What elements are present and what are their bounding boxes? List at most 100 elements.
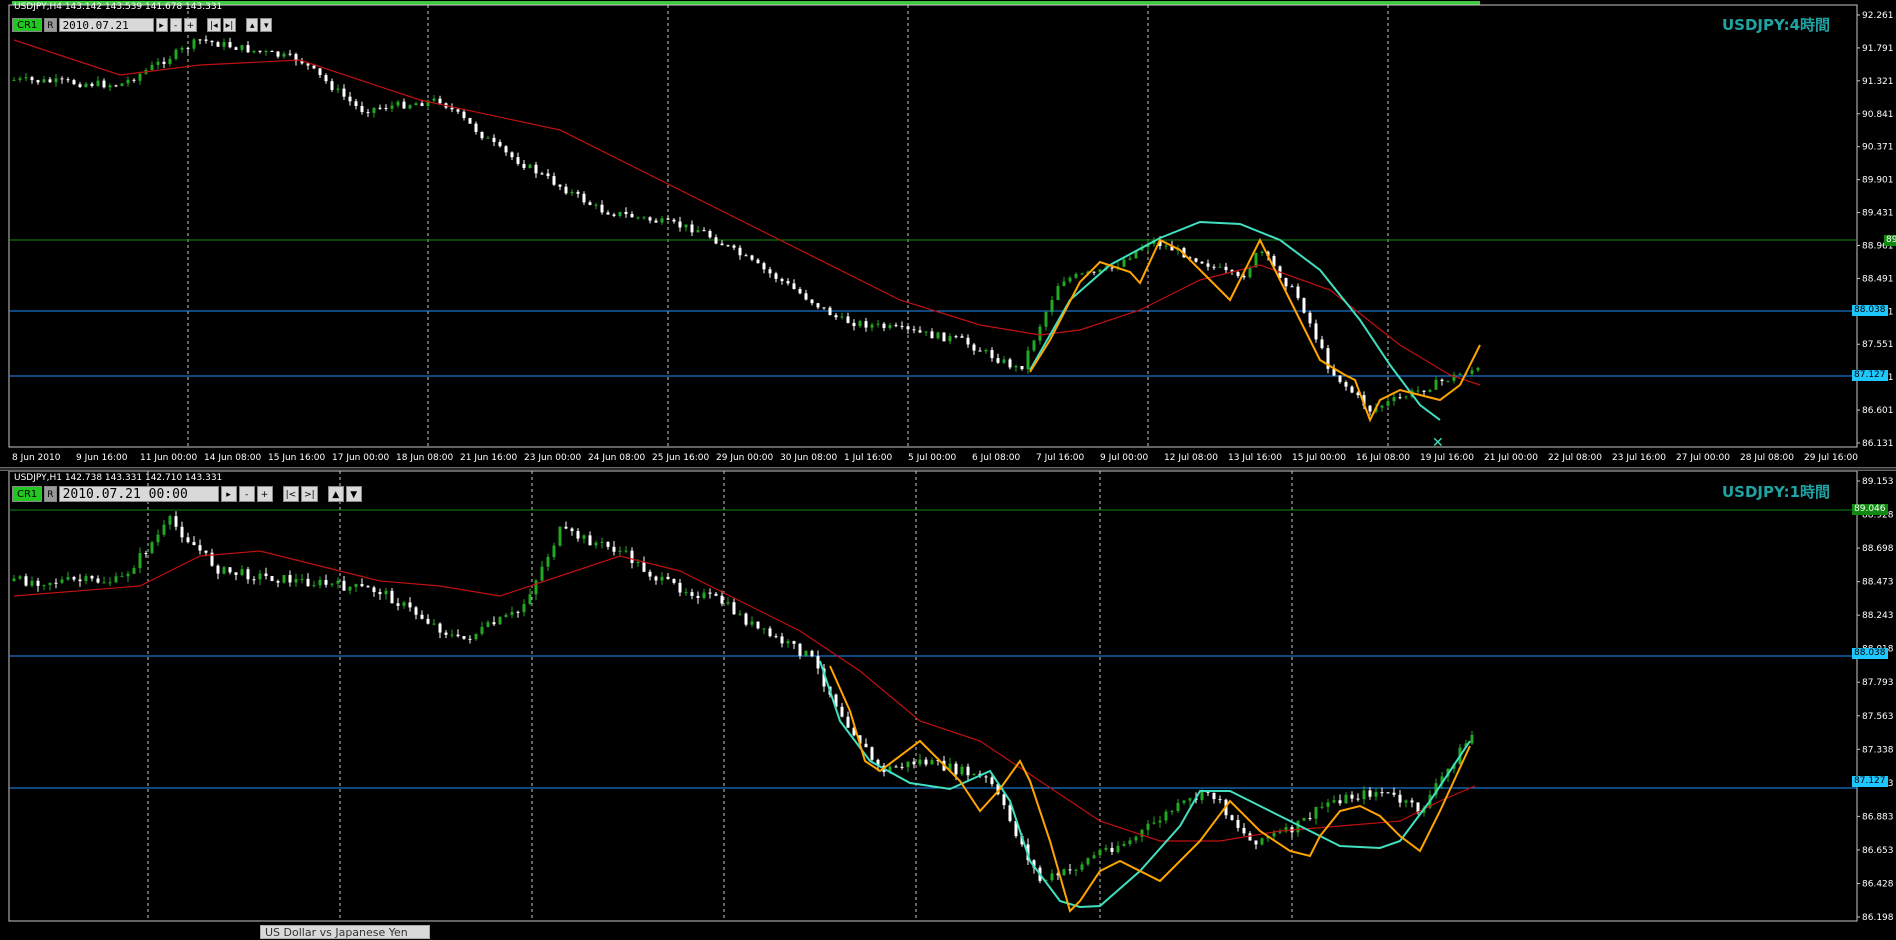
play-button[interactable]: ▸ (155, 18, 168, 32)
candle-body (1062, 281, 1066, 286)
candle-body (1272, 832, 1276, 837)
candle-body (762, 628, 766, 630)
candle-body (48, 582, 52, 586)
candle-body (480, 626, 484, 634)
candle-body (1308, 818, 1312, 820)
candle-body (654, 576, 658, 581)
candle-body (642, 217, 646, 219)
time-axis-label: 8 Jun 2010 (12, 453, 61, 463)
scroll-up-button[interactable]: ▴ (246, 18, 259, 32)
candle-body (990, 777, 994, 785)
candle-body (672, 219, 676, 222)
candle-body (774, 273, 778, 279)
candle-body (1404, 396, 1408, 398)
candle-body (618, 211, 622, 216)
time-axis-label: 9 Jul 00:00 (1100, 453, 1149, 463)
h4-chart-canvas[interactable]: 92.261 91.791 91.321 90.841 90.371 89.901 89.4… (0, 0, 1896, 467)
candle-body (354, 584, 358, 587)
candle-body (828, 307, 832, 316)
scroll-down-button[interactable]: ▾ (260, 18, 273, 32)
candle-body (156, 534, 160, 543)
candle-body (1380, 792, 1384, 794)
candle-body (1116, 845, 1120, 852)
candle-body (1368, 790, 1372, 797)
candle-body (780, 636, 784, 644)
cr1-button[interactable]: CR1 (12, 18, 43, 32)
candle-body (738, 247, 742, 256)
play-button[interactable]: ▸ (220, 486, 237, 502)
candle-body (972, 773, 976, 776)
candle-body (720, 243, 724, 246)
candle-body (414, 103, 418, 106)
candle-body (372, 107, 376, 113)
candle-body (444, 632, 448, 635)
candle-body (204, 550, 208, 553)
candle-body (456, 109, 460, 112)
plus-button[interactable]: + (256, 486, 273, 502)
minus-button[interactable]: - (169, 18, 182, 32)
candle-body (630, 550, 634, 563)
candle-body (180, 47, 184, 50)
candle-body (456, 634, 460, 637)
r-button[interactable]: R (44, 486, 57, 502)
candle-body (186, 47, 190, 49)
candle-body (24, 77, 28, 79)
candle-body (18, 576, 22, 579)
candle-body (990, 350, 994, 359)
candle-body (108, 85, 112, 88)
last-button[interactable]: >| (301, 486, 318, 502)
candle-body (636, 561, 640, 563)
candle-body (690, 224, 694, 233)
candle-body (1236, 272, 1240, 276)
time-axis-label: 13 Jul 16:00 (1228, 453, 1282, 463)
candle-body (684, 224, 688, 228)
candle-body (624, 550, 628, 552)
candle-body (768, 628, 772, 637)
green-level-tag: 89.046 (1852, 504, 1888, 515)
candle-body (846, 716, 850, 728)
candle-body (198, 545, 202, 551)
candle-body (1326, 802, 1330, 807)
first-button[interactable]: |◂ (207, 18, 221, 32)
candle-body (294, 579, 298, 583)
candle-body (1020, 365, 1024, 370)
candle-body (492, 137, 496, 143)
candle-body (96, 80, 100, 86)
time-axis-label: 18 Jun 08:00 (396, 453, 453, 463)
first-button[interactable]: |< (282, 486, 300, 502)
candle-body (144, 553, 148, 555)
candle-body (510, 611, 514, 615)
candle-body (276, 51, 280, 57)
h1-chart-canvas[interactable]: 89.15388.92888.69888.47388.24388.01887.7… (0, 471, 1896, 935)
candle-body (702, 230, 706, 232)
candle-body (798, 643, 802, 656)
candle-body (1242, 827, 1246, 834)
last-button[interactable]: ▸| (222, 18, 237, 32)
candle-body (966, 337, 970, 345)
candle-body (276, 580, 280, 583)
candle-body (1386, 792, 1390, 794)
candle-body (1176, 802, 1180, 811)
candle-body (594, 204, 598, 206)
plus-button[interactable]: + (183, 18, 198, 32)
candle-body (156, 61, 160, 65)
minus-button[interactable]: - (238, 486, 255, 502)
candle-body (630, 213, 634, 218)
candle-body (570, 191, 574, 194)
scroll-up-button[interactable]: ▲ (327, 486, 344, 502)
candle-body (66, 577, 70, 580)
candle-body (138, 73, 142, 81)
cr1-button[interactable]: CR1 (12, 486, 43, 502)
time-axis-label: 27 Jul 00:00 (1676, 453, 1730, 463)
r-button[interactable]: R (44, 18, 57, 32)
h4-chart-panel[interactable]: 92.261 91.791 91.321 90.841 90.371 89.901 89.4… (0, 0, 1896, 467)
candle-body (606, 541, 610, 547)
date-input[interactable]: 2010.07.21 00:00 (58, 18, 154, 46)
candle-body (1188, 798, 1192, 801)
candle-body (1254, 252, 1258, 268)
date-input[interactable]: 2010.07.21 00:00 (58, 486, 219, 502)
h1-chart-panel[interactable]: 89.15388.92888.69888.47388.24388.01887.7… (0, 471, 1896, 935)
time-axis-label: 11 Jun 00:00 (140, 453, 197, 463)
scroll-down-button[interactable]: ▼ (345, 486, 362, 502)
h4-replay-toolbar: CR1 R 2010.07.21 00:00 ▸ - + |◂ ▸| ▴ ▾ (12, 17, 273, 46)
